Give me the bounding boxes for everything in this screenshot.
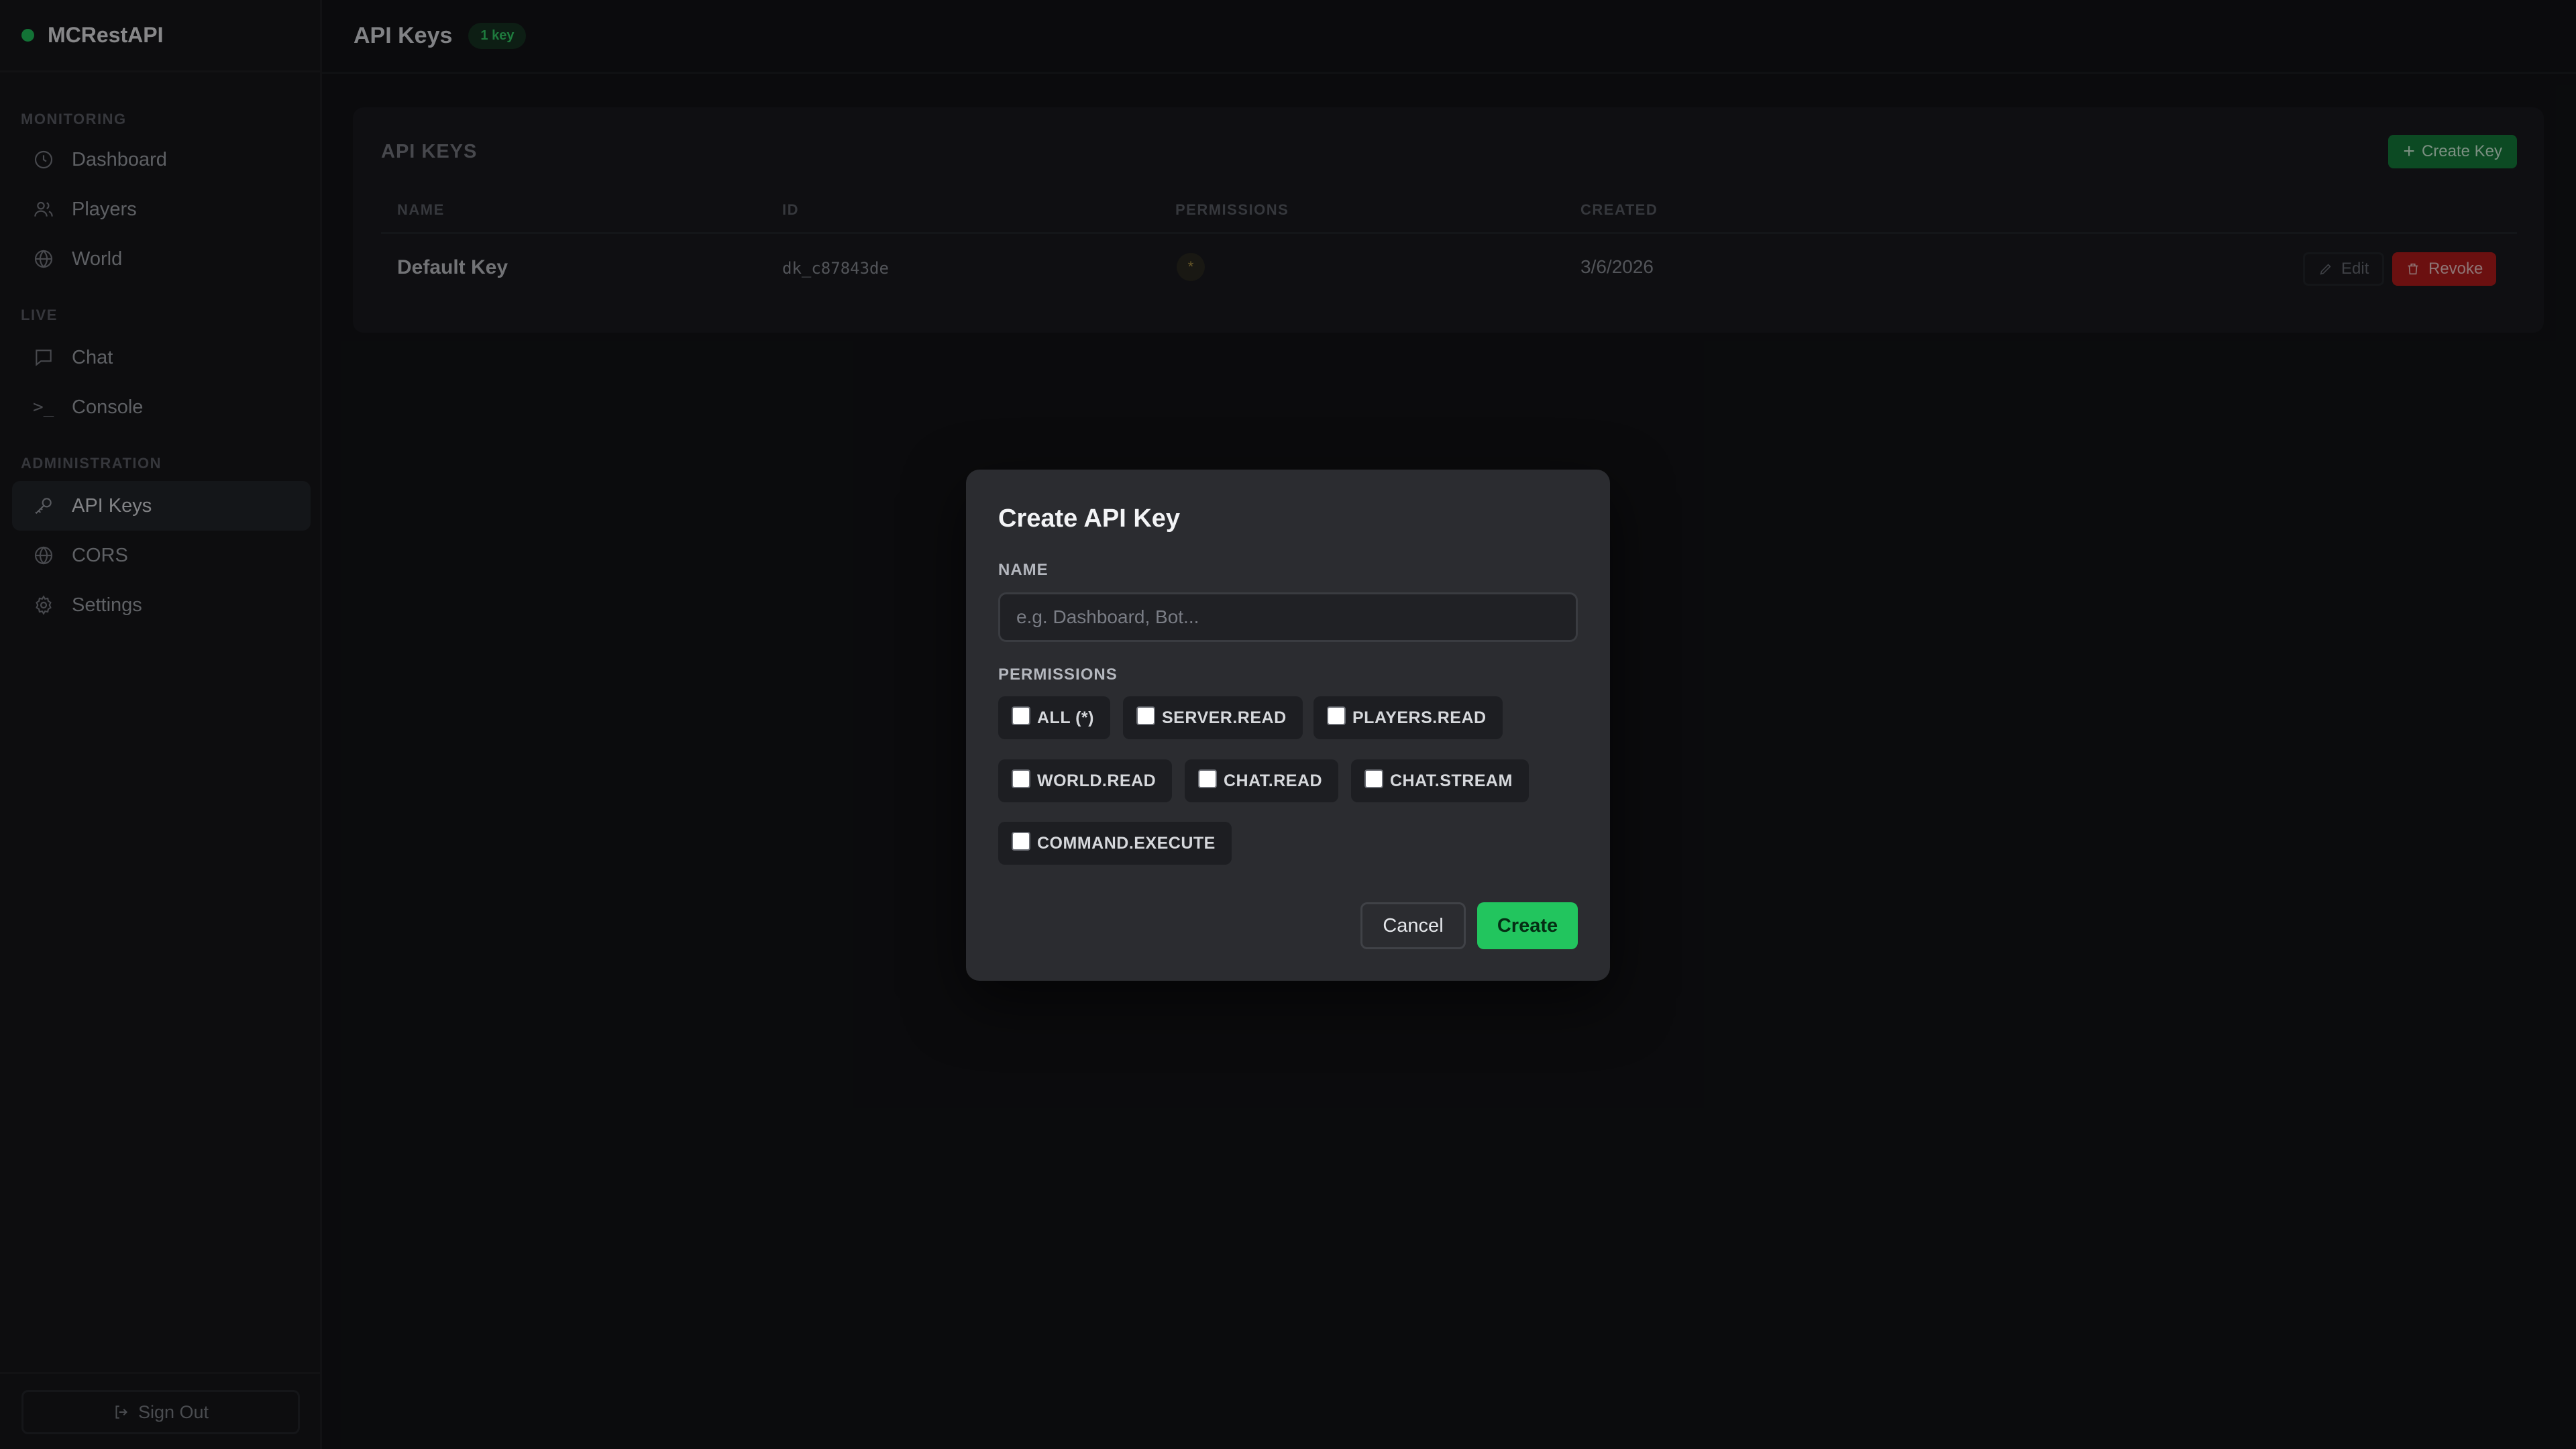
permission-option-server-read[interactable]: SERVER.READ [1123,696,1303,739]
permission-option-all[interactable]: ALL (*) [998,696,1110,739]
name-input[interactable] [998,592,1578,642]
permission-label: PLAYERS.READ [1352,708,1487,727]
name-label: NAME [998,561,1049,579]
permission-option-command-execute[interactable]: COMMAND.EXECUTE [998,822,1232,865]
checkbox[interactable] [1198,769,1217,788]
create-api-key-modal: Create API Key NAME PERMISSIONS ALL (*) … [966,470,1610,981]
permission-label: CHAT.READ [1224,771,1323,790]
create-button[interactable]: Create [1477,902,1578,949]
permission-option-players-read[interactable]: PLAYERS.READ [1313,696,1503,739]
checkbox[interactable] [1327,706,1346,725]
checkbox[interactable] [1012,706,1030,725]
checkbox[interactable] [1136,706,1155,725]
checkbox[interactable] [1012,769,1030,788]
permission-option-world-read[interactable]: WORLD.READ [998,759,1173,802]
permissions-label: PERMISSIONS [998,665,1118,684]
permission-option-chat-read[interactable]: CHAT.READ [1185,759,1339,802]
permission-label: WORLD.READ [1037,771,1157,790]
permission-label: SERVER.READ [1162,708,1287,727]
cancel-button[interactable]: Cancel [1360,902,1466,949]
permission-label: ALL (*) [1037,708,1094,727]
permission-label: CHAT.STREAM [1390,771,1513,790]
modal-title: Create API Key [998,504,1181,533]
checkbox[interactable] [1012,832,1030,851]
permission-option-chat-stream[interactable]: CHAT.STREAM [1351,759,1529,802]
permission-label: COMMAND.EXECUTE [1037,833,1216,853]
checkbox[interactable] [1364,769,1383,788]
